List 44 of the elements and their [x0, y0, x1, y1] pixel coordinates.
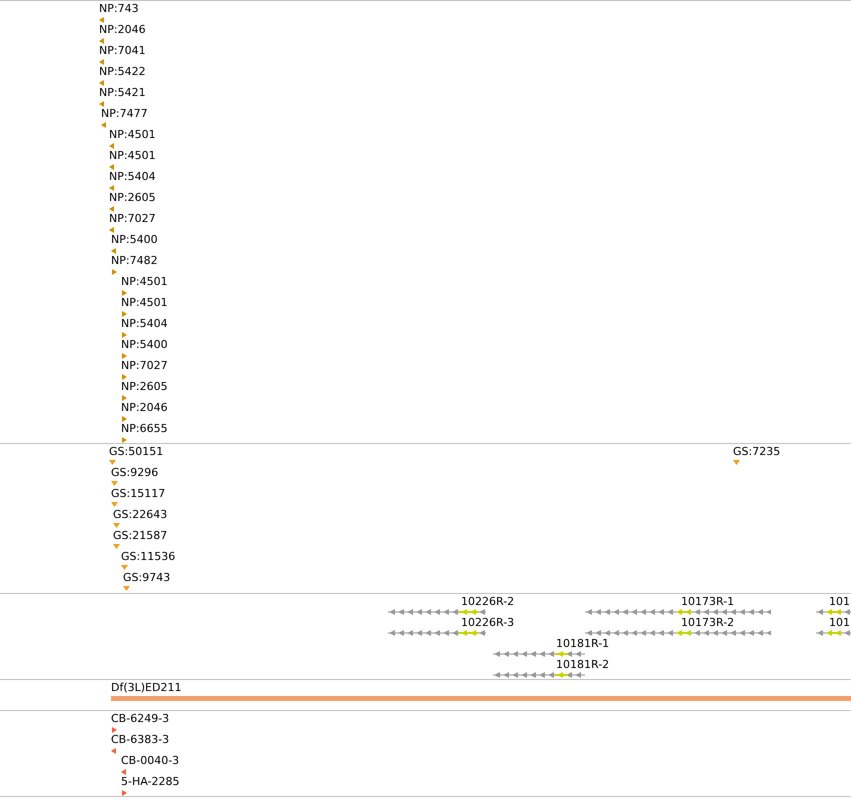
feature-label: NP:7027: [109, 212, 156, 226]
feature-label: NP:7027: [121, 359, 168, 373]
feature-label: NP:2046: [99, 23, 146, 37]
feature-label: NP:4501: [109, 149, 156, 163]
feature-label: NP:5400: [121, 338, 168, 352]
feature-label: NP:5404: [121, 317, 168, 331]
feature-label: GS:15117: [111, 487, 166, 501]
feature-label: NP:5421: [99, 86, 146, 100]
transcript-label: 10173R-1: [681, 595, 734, 609]
transcript-label: 10226R-3: [461, 616, 514, 630]
feature-label: GS:21587: [113, 529, 168, 543]
feature-label: 5-HA-2285: [121, 775, 180, 789]
transcript-label: 101: [829, 616, 850, 630]
feature-label: NP:7477: [101, 107, 148, 121]
feature-label: GS:9743: [123, 571, 170, 585]
gene-model-drawing: [816, 608, 851, 616]
feature-label: NP:4501: [121, 296, 168, 310]
feature-label: GS:9296: [111, 466, 158, 480]
transcript-label: 10181R-1: [556, 637, 610, 651]
feature-label: GS:11536: [121, 550, 176, 564]
feature-label: NP:5404: [109, 170, 156, 184]
feature-label: GS:22643: [113, 508, 168, 522]
transcript-label: 10173R-2: [681, 616, 734, 630]
feature-label: NP:5400: [111, 233, 158, 247]
feature-label: Df(3L)ED211: [111, 681, 182, 695]
feature-label: NP:2046: [121, 401, 168, 415]
transcript-label: 10181R-2: [556, 658, 610, 672]
gene-model-drawing: [816, 629, 851, 637]
feature-label: NP:7482: [111, 254, 158, 268]
feature-label: NP:5422: [99, 65, 146, 79]
feature-label: NP:743: [99, 2, 139, 16]
feature-label: NP:4501: [121, 275, 168, 289]
feature-label: NP:2605: [109, 191, 156, 205]
feature-label: CB-6249-3: [111, 712, 170, 726]
feature-label: GS:7235: [733, 445, 780, 459]
feature-label: NP:4501: [109, 128, 156, 142]
feature-label: NP:2605: [121, 380, 168, 394]
transcript-label: 10226R-2: [461, 595, 514, 609]
feature-label: CB-6383-3: [111, 733, 170, 747]
feature-label: CB-0040-3: [121, 754, 180, 768]
feature-label: NP:7041: [99, 44, 146, 58]
transcript-label: 101: [829, 595, 850, 609]
feature-label: NP:6655: [121, 422, 168, 436]
feature-label: GS:50151: [109, 445, 164, 459]
